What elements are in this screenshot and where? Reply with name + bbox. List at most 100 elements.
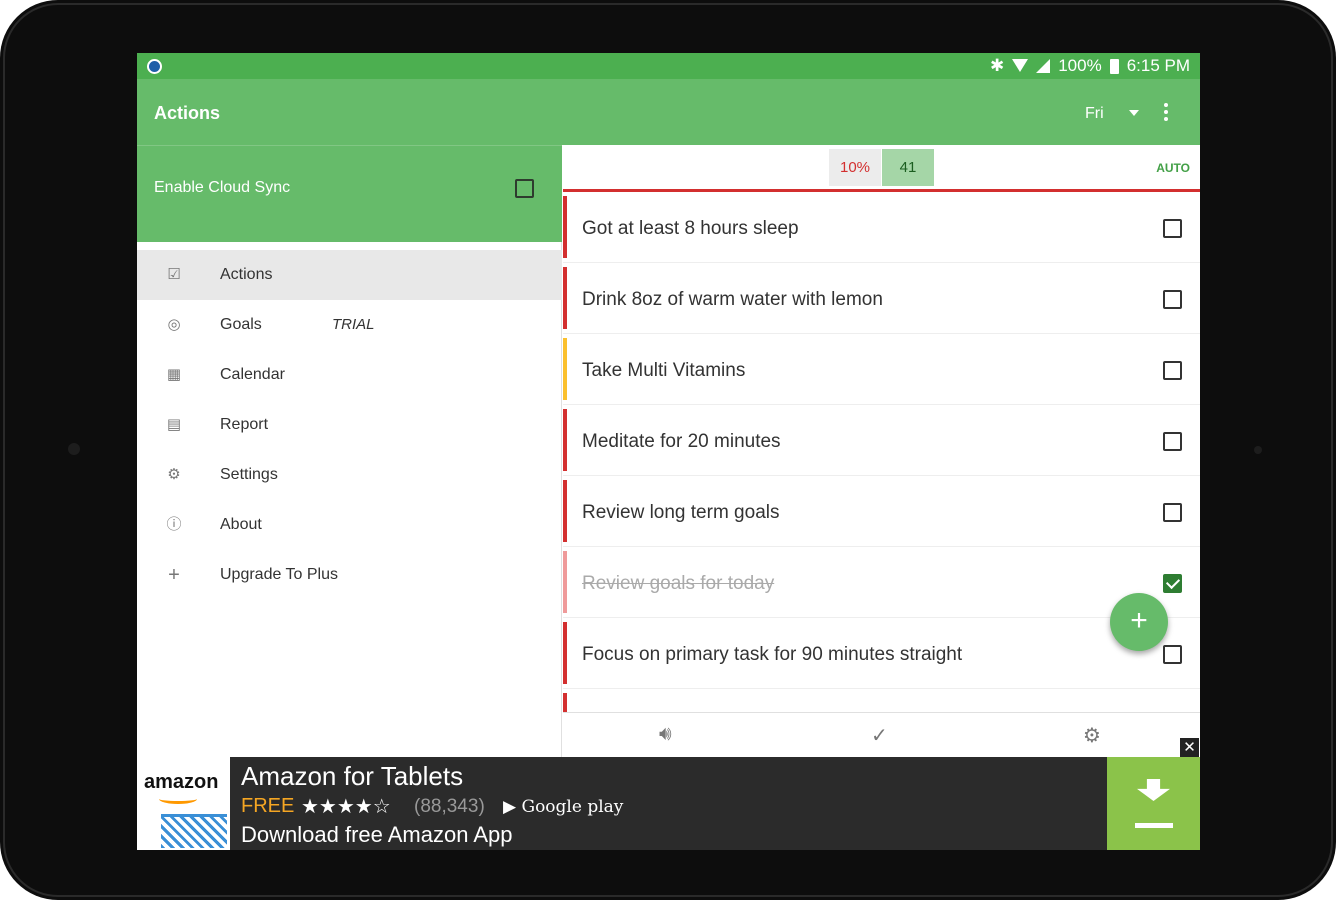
trial-badge: TRIAL bbox=[332, 316, 375, 333]
signal-icon bbox=[1036, 59, 1051, 73]
score-badge: 41 bbox=[882, 149, 934, 186]
bluetooth-icon: ✱ bbox=[989, 56, 1005, 75]
sound-icon[interactable]: 🔊︎ bbox=[659, 723, 672, 746]
vpn-icon bbox=[147, 59, 162, 74]
day-selector[interactable]: Fri bbox=[1085, 105, 1104, 123]
action-text: Take Multi Vitamins bbox=[582, 360, 746, 381]
target-icon: ◎ bbox=[167, 316, 181, 333]
sidebar-item-upgrade[interactable]: + Upgrade To Plus bbox=[137, 550, 562, 600]
screen: ✱ 100% 6:15 PM Actions Fri Enable Cloud … bbox=[137, 53, 1200, 850]
cloud-sync-checkbox[interactable] bbox=[515, 179, 534, 198]
action-text: Drink 8oz of warm water with lemon bbox=[582, 289, 883, 310]
store-name: Google play bbox=[521, 797, 624, 817]
sidebar-item-label: Goals bbox=[220, 316, 262, 333]
checkbox-icon: ☑ bbox=[167, 266, 181, 283]
sidebar-item-label: Settings bbox=[220, 466, 278, 483]
priority-bar bbox=[563, 693, 567, 712]
list-item[interactable]: Review goals for today bbox=[563, 547, 1200, 618]
action-list: Got at least 8 hours sleep Drink 8oz of … bbox=[563, 192, 1200, 712]
list-item[interactable]: Got at least 8 hours sleep bbox=[563, 192, 1200, 263]
navigation-drawer: Enable Cloud Sync ☑ Actions ◎ Goals TRIA… bbox=[137, 145, 562, 757]
chevron-down-icon[interactable] bbox=[1129, 110, 1139, 116]
ad-headline: Amazon for Tablets bbox=[241, 761, 464, 791]
list-item[interactable]: Focus on primary task for 90 minutes str… bbox=[563, 618, 1200, 689]
app-bar: Actions Fri bbox=[137, 79, 1200, 145]
smile-icon bbox=[159, 794, 197, 804]
action-checkbox[interactable] bbox=[1163, 290, 1182, 309]
clock: 6:15 PM bbox=[1126, 56, 1190, 75]
amazon-logo: amazon bbox=[137, 757, 230, 850]
sidebar-item-about[interactable]: ⓘ About bbox=[137, 500, 562, 550]
tablet-frame: ✱ 100% 6:15 PM Actions Fri Enable Cloud … bbox=[0, 0, 1336, 900]
download-icon bbox=[1137, 779, 1170, 801]
sidebar-item-settings[interactable]: ⚙ Settings bbox=[137, 450, 562, 500]
priority-bar bbox=[563, 622, 567, 684]
list-item[interactable]: Take Multi Vitamins bbox=[563, 334, 1200, 405]
action-checkbox[interactable] bbox=[1163, 645, 1182, 664]
gear-icon: ⚙ bbox=[167, 466, 181, 483]
download-button[interactable] bbox=[1107, 757, 1200, 850]
page-title: Actions bbox=[154, 103, 221, 123]
ad-price: FREE bbox=[241, 795, 295, 817]
action-checkbox[interactable] bbox=[1163, 219, 1182, 238]
close-ad-icon[interactable]: ✕ bbox=[1180, 738, 1199, 757]
sidebar-item-calendar[interactable]: ▦ Calendar bbox=[137, 350, 562, 400]
cart-icon bbox=[161, 814, 227, 848]
priority-bar bbox=[563, 267, 567, 329]
action-text: Review long term goals bbox=[582, 502, 780, 523]
info-icon: ⓘ bbox=[166, 516, 182, 533]
action-checkbox[interactable] bbox=[1163, 574, 1182, 593]
priority-bar bbox=[563, 551, 567, 613]
battery-icon bbox=[1109, 58, 1119, 74]
list-item[interactable]: Meditate for 20 minutes bbox=[563, 405, 1200, 476]
rating-count: (88,343) bbox=[414, 796, 485, 817]
action-text: Meditate for 20 minutes bbox=[582, 431, 781, 452]
priority-bar bbox=[563, 409, 567, 471]
report-icon: ▤ bbox=[166, 416, 182, 433]
ad-subtext: Download free Amazon App bbox=[241, 822, 513, 847]
sidebar-item-actions[interactable]: ☑ Actions bbox=[137, 250, 562, 300]
list-item[interactable] bbox=[563, 689, 1200, 712]
action-text: Focus on primary task for 90 minutes str… bbox=[582, 644, 963, 665]
gear-icon[interactable]: ⚙ bbox=[1083, 723, 1101, 748]
action-checkbox[interactable] bbox=[1163, 361, 1182, 380]
sidebar-item-label: Upgrade To Plus bbox=[220, 566, 338, 583]
sidebar-item-label: About bbox=[220, 516, 262, 533]
battery-percent: 100% bbox=[1058, 56, 1102, 75]
rating-stars: ★★★★☆ bbox=[301, 796, 391, 818]
list-item[interactable]: Drink 8oz of warm water with lemon bbox=[563, 263, 1200, 334]
plus-icon: + bbox=[168, 564, 180, 586]
status-bar: ✱ 100% 6:15 PM bbox=[137, 53, 1200, 79]
cloud-sync-label: Enable Cloud Sync bbox=[154, 179, 291, 196]
sidebar-item-label: Actions bbox=[220, 266, 273, 283]
auto-mode-button[interactable]: AUTO bbox=[1156, 161, 1190, 175]
sidebar-item-goals[interactable]: ◎ Goals TRIAL bbox=[137, 300, 562, 350]
overflow-menu-icon[interactable] bbox=[1164, 103, 1168, 121]
drawer-menu: ☑ Actions ◎ Goals TRIAL ▦ Calendar ▤ Rep… bbox=[137, 250, 562, 600]
wifi-icon bbox=[1012, 59, 1029, 73]
completion-percent: 10% bbox=[829, 149, 881, 186]
status-right: ✱ 100% 6:15 PM bbox=[990, 56, 1190, 76]
action-checkbox[interactable] bbox=[1163, 432, 1182, 451]
priority-bar bbox=[563, 480, 567, 542]
add-action-button[interactable]: + bbox=[1110, 593, 1168, 651]
action-checkbox[interactable] bbox=[1163, 503, 1182, 522]
sensor bbox=[1254, 446, 1262, 454]
google-play-badge: ▶ Google play bbox=[503, 797, 624, 817]
action-text: Got at least 8 hours sleep bbox=[582, 218, 799, 239]
calendar-icon: ▦ bbox=[166, 366, 182, 383]
summary-header: 10% 41 AUTO bbox=[563, 145, 1200, 192]
priority-bar bbox=[563, 196, 567, 258]
priority-bar bbox=[563, 338, 567, 400]
list-item[interactable]: Review long term goals bbox=[563, 476, 1200, 547]
bottom-toolbar: 🔊︎ ✓ ⚙ bbox=[563, 712, 1200, 757]
sidebar-item-label: Report bbox=[220, 416, 269, 433]
action-text: Review goals for today bbox=[582, 573, 775, 594]
actions-panel: 10% 41 AUTO Got at least 8 hours sleep D… bbox=[563, 145, 1200, 757]
front-camera bbox=[68, 443, 80, 455]
download-baseline bbox=[1135, 823, 1173, 828]
ad-banner[interactable]: ✕ amazon Amazon for Tablets FREE ★★★★☆ (… bbox=[137, 738, 1200, 850]
sidebar-item-report[interactable]: ▤ Report bbox=[137, 400, 562, 450]
cloud-sync-header[interactable]: Enable Cloud Sync bbox=[137, 145, 562, 242]
check-icon[interactable]: ✓ bbox=[871, 723, 888, 748]
